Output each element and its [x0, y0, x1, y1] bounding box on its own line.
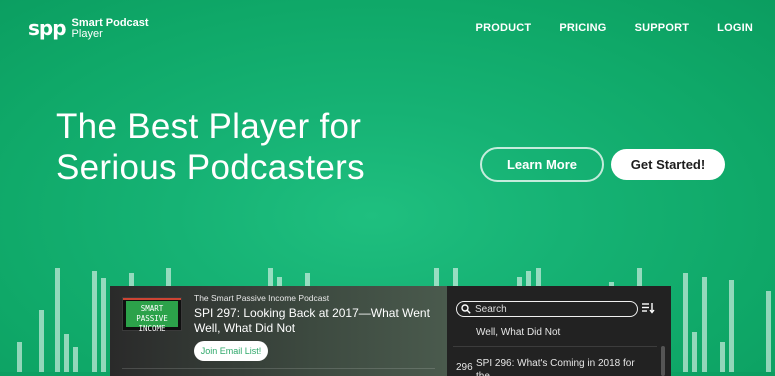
- learn-more-button[interactable]: Learn More: [480, 147, 604, 182]
- logo-mark: spp: [28, 16, 67, 40]
- logo-text: Smart Podcast Player: [72, 18, 149, 40]
- wave-bar: [702, 277, 707, 372]
- wave-bar: [729, 280, 734, 372]
- wave-bar: [17, 342, 22, 372]
- nav-login[interactable]: LOGIN: [717, 22, 753, 34]
- episode-list-item[interactable]: SPI 296: What's Coming in 2018 for the: [476, 357, 644, 376]
- player-now-playing: SMART PASSIVE INCOME The Smart Passive I…: [110, 286, 447, 376]
- nav-pricing[interactable]: PRICING: [559, 22, 606, 34]
- wave-bar: [683, 273, 688, 372]
- episode-list-panel: Well, What Did Not 296 SPI 296: What's C…: [447, 286, 671, 376]
- join-email-list-button[interactable]: Join Email List!: [194, 341, 268, 361]
- wave-bar: [692, 332, 697, 372]
- search-input[interactable]: [471, 303, 625, 315]
- logo-name-line2: Player: [71, 28, 103, 40]
- wave-bar: [39, 310, 44, 372]
- hero-title-line2: Serious Podcasters: [56, 148, 365, 187]
- podcast-cover-art: SMART PASSIVE INCOME: [122, 297, 182, 333]
- wave-bar: [101, 278, 106, 372]
- wave-bar: [720, 342, 725, 372]
- wave-bar: [64, 334, 69, 372]
- logo[interactable]: spp Smart Podcast Player: [28, 18, 149, 40]
- search-icon: [461, 304, 471, 314]
- cover-art-text: SMART PASSIVE INCOME: [126, 301, 178, 333]
- sort-icon[interactable]: [641, 301, 655, 315]
- hero-title-line1: The Best Player for: [56, 107, 362, 146]
- main-nav: PRODUCT PRICING SUPPORT LOGIN: [476, 22, 753, 34]
- episode-title: SPI 297: Looking Back at 2017—What Went …: [194, 306, 430, 335]
- cover-accent-line: [123, 298, 181, 300]
- wave-bar: [766, 291, 771, 372]
- wave-bar: [73, 347, 78, 372]
- episode-list-item[interactable]: Well, What Did Not: [476, 327, 560, 338]
- list-divider: [453, 346, 657, 347]
- nav-support[interactable]: SUPPORT: [635, 22, 690, 34]
- get-started-button[interactable]: Get Started!: [611, 149, 725, 180]
- wave-bar: [55, 268, 60, 372]
- divider: [122, 368, 435, 369]
- podcast-player: SMART PASSIVE INCOME The Smart Passive I…: [110, 286, 671, 376]
- wave-bar: [92, 271, 97, 372]
- podcast-name: The Smart Passive Income Podcast: [194, 293, 330, 303]
- search-box: [456, 301, 638, 317]
- hero-title: The Best Player for Serious Podcasters: [56, 106, 365, 188]
- nav-product[interactable]: PRODUCT: [476, 22, 532, 34]
- episode-number: 296: [456, 362, 473, 373]
